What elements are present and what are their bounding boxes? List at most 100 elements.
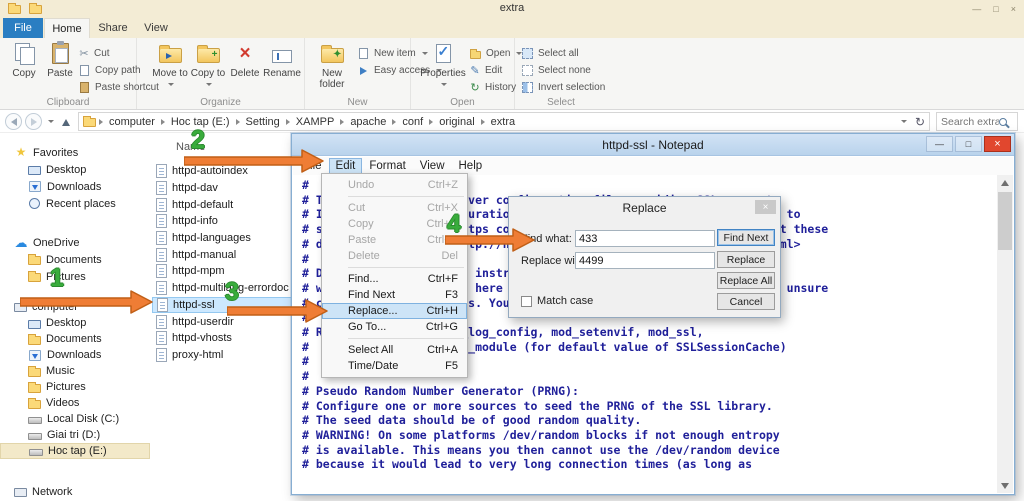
history-button[interactable]: ↻ History (469, 80, 516, 95)
delete-button[interactable]: × Delete (229, 41, 261, 95)
breadcrumb-segment-apache[interactable]: apache (345, 116, 391, 128)
invert-selection-icon (522, 82, 533, 93)
sidebar-section-onedrive[interactable]: ☁ OneDrive (0, 234, 150, 251)
pencil-icon: ✎ (470, 64, 480, 77)
back-button[interactable] (5, 113, 22, 130)
sidebar-item-computer-desktop[interactable]: Desktop (0, 315, 150, 331)
sidebar-item-recent-places[interactable]: Recent places (0, 195, 150, 212)
breadcrumb-segment-extra[interactable]: extra (486, 116, 520, 128)
notepad-maximize-button[interactable]: □ (955, 136, 982, 152)
copy-path-button[interactable]: Copy path (78, 63, 141, 78)
tab-file[interactable]: File (3, 18, 43, 38)
file-item-httpd-dav[interactable]: httpd-dav (152, 180, 294, 197)
select-all-button[interactable]: Select all (521, 46, 579, 61)
menu-help[interactable]: Help (452, 158, 490, 174)
sidebar-item-downloads[interactable]: Downloads (0, 178, 150, 195)
cancel-button[interactable]: Cancel (717, 293, 775, 310)
step-arrow-2 (184, 149, 324, 173)
close-icon[interactable]: × (1011, 3, 1016, 15)
cut-button[interactable]: ✂ Cut (78, 46, 109, 61)
invert-selection-button[interactable]: Invert selection (521, 80, 605, 95)
breadcrumb[interactable]: computer Hoc tap (E:) Setting XAMPP apac… (78, 112, 930, 131)
menu-item-find-next[interactable]: Find Next F3 (322, 287, 467, 303)
address-dropdown-caret-icon[interactable] (900, 120, 907, 123)
sidebar-section-favorites[interactable]: ★ Favorites (0, 144, 150, 161)
sidebar-item-desktop[interactable]: Desktop (0, 161, 150, 178)
menu-item-find[interactable]: Find... Ctrl+F (322, 271, 467, 287)
up-arrow-icon (62, 118, 70, 126)
breadcrumb-segment-conf[interactable]: conf (397, 116, 428, 128)
notepad-titlebar[interactable]: httpd-ssl - Notepad — □ × (292, 134, 1014, 156)
replace-all-button[interactable]: Replace All (717, 272, 775, 289)
tab-view[interactable]: View (135, 18, 177, 38)
menu-format[interactable]: Format (362, 158, 412, 174)
sidebar-item-computer-videos[interactable]: Videos (0, 395, 150, 411)
edit-button[interactable]: ✎ Edit (469, 63, 502, 78)
minimize-icon: — (935, 139, 944, 149)
file-item-httpd-multilang-errordoc[interactable]: httpd-multilang-errordoc (152, 280, 294, 297)
menu-edit[interactable]: Edit (328, 158, 363, 174)
match-case-checkbox[interactable] (521, 296, 532, 307)
forward-button[interactable] (25, 113, 42, 130)
file-item-httpd-default[interactable]: httpd-default (152, 196, 294, 213)
sidebar-item-onedrive-documents[interactable]: Documents (0, 251, 150, 268)
replace-dialog-close-button[interactable]: × (755, 200, 776, 214)
menu-item-time-date[interactable]: Time/Date F5 (322, 358, 467, 374)
maximize-icon[interactable]: □ (993, 3, 998, 15)
recent-locations-caret-icon[interactable] (48, 120, 54, 123)
search-input[interactable] (941, 115, 999, 128)
search-icon[interactable] (999, 117, 1007, 126)
sidebar-item-computer-music[interactable]: Music (0, 363, 150, 379)
sidebar-item-local-disk-c[interactable]: Local Disk (C:) (0, 411, 150, 427)
breadcrumb-segment-xampp[interactable]: XAMPP (291, 116, 340, 128)
find-next-button[interactable]: Find Next (717, 229, 775, 246)
refresh-icon[interactable]: ↻ (915, 115, 925, 129)
file-item-proxy-html[interactable]: proxy-html (152, 347, 294, 364)
file-item-httpd-vhosts[interactable]: httpd-vhosts (152, 330, 294, 347)
move-to-button[interactable]: Move to (151, 41, 189, 95)
file-item-httpd-manual[interactable]: httpd-manual (152, 246, 294, 263)
sidebar-item-computer-downloads[interactable]: Downloads (0, 347, 150, 363)
breadcrumb-segment-original[interactable]: original (434, 116, 479, 128)
scrollbar-thumb[interactable] (998, 192, 1012, 250)
sidebar-item-giai-tri-d[interactable]: Giai tri (D:) (0, 427, 150, 443)
tab-home[interactable]: Home (44, 18, 90, 38)
replace-dialog-titlebar[interactable]: Replace × (509, 197, 780, 217)
sidebar-section-network[interactable]: Network (0, 483, 150, 500)
scroll-down-icon[interactable] (997, 478, 1013, 493)
menu-item-cut[interactable]: Cut Ctrl+X (322, 200, 467, 216)
text-file-icon (156, 231, 167, 246)
text-file-icon (156, 314, 167, 329)
file-item-httpd-info[interactable]: httpd-info (152, 213, 294, 230)
copy-button[interactable]: Copy (5, 41, 43, 95)
breadcrumb-segment-setting[interactable]: Setting (241, 116, 285, 128)
file-item-httpd-mpm[interactable]: httpd-mpm (152, 263, 294, 280)
menu-item-select-all[interactable]: Select All Ctrl+A (322, 342, 467, 358)
paste-button[interactable]: Paste (41, 41, 79, 95)
new-folder-button[interactable]: ✦ New folder (312, 41, 352, 95)
scroll-up-icon[interactable] (997, 175, 1013, 190)
find-what-input[interactable] (575, 230, 715, 247)
menu-item-undo[interactable]: Undo Ctrl+Z (322, 177, 467, 193)
notepad-close-button[interactable]: × (984, 136, 1011, 152)
properties-button[interactable]: Properties (419, 41, 467, 95)
file-item-httpd-languages[interactable]: httpd-languages (152, 230, 294, 247)
copy-to-button[interactable]: + Copy to (189, 41, 227, 95)
sidebar-item-onedrive-pictures[interactable]: Pictures (0, 268, 150, 285)
sidebar-item-computer-pictures[interactable]: Pictures (0, 379, 150, 395)
sidebar-item-computer-documents[interactable]: Documents (0, 331, 150, 347)
menu-item-go-to[interactable]: Go To... Ctrl+G (322, 319, 467, 335)
replace-button[interactable]: Replace (717, 251, 775, 268)
up-button[interactable] (59, 115, 73, 129)
select-none-button[interactable]: Select none (521, 63, 591, 78)
menu-view[interactable]: View (413, 158, 452, 174)
rename-button[interactable]: Rename (263, 41, 301, 95)
breadcrumb-segment-computer[interactable]: computer (104, 116, 160, 128)
sidebar-item-hoc-tap-e[interactable]: Hoc tap (E:) (0, 443, 150, 459)
minimize-icon[interactable]: — (972, 3, 981, 15)
notepad-vertical-scrollbar[interactable] (997, 175, 1013, 493)
notepad-minimize-button[interactable]: — (926, 136, 953, 152)
tab-share[interactable]: Share (91, 18, 135, 38)
replace-with-input[interactable] (575, 252, 715, 269)
menu-item-replace[interactable]: Replace... Ctrl+H (322, 303, 467, 319)
